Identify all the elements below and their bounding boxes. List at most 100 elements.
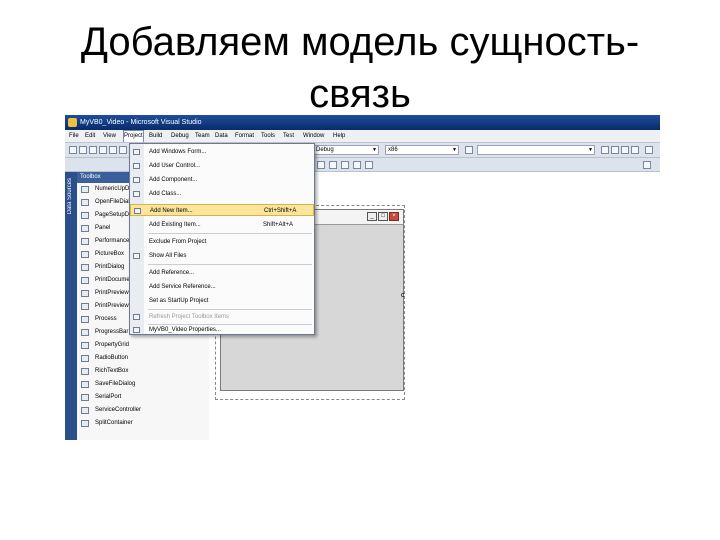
menu-item-add-existing-item[interactable]: Add Existing Item... Shift+Alt+A <box>130 219 314 231</box>
progressbar-icon <box>81 329 89 336</box>
numericupdown-icon <box>81 186 89 193</box>
slide-title: Добавляем модель сущность- связь <box>0 16 720 120</box>
data-sources-tab[interactable]: Data Sources <box>65 172 77 440</box>
platform-combo-value: x86 <box>388 147 398 153</box>
component-icon <box>133 177 140 183</box>
performancecounter-icon <box>81 238 89 245</box>
align-left-icon[interactable] <box>317 161 325 169</box>
menu-item-add-component[interactable]: Add Component... <box>130 174 314 186</box>
solution-explorer-icon[interactable] <box>601 146 609 154</box>
menu-data[interactable]: Data <box>215 130 228 142</box>
configuration-combo[interactable]: Debug ▼ <box>313 145 379 155</box>
menu-help[interactable]: Help <box>333 130 345 142</box>
menu-item-add-windows-form[interactable]: Add Windows Form... <box>130 146 314 158</box>
toolbox-item[interactable]: RadioButton <box>77 352 209 365</box>
menu-tools[interactable]: Tools <box>261 130 275 142</box>
menu-debug[interactable]: Debug <box>171 130 189 142</box>
toolbox-item[interactable]: SplitContainer <box>77 417 209 430</box>
maximize-icon[interactable]: □ <box>378 212 388 221</box>
radiobutton-icon <box>81 355 89 362</box>
toolbox-item[interactable]: PropertyGrid <box>77 339 209 352</box>
toolbox-item[interactable]: ServiceController <box>77 404 209 417</box>
configuration-combo-value: Debug <box>316 147 334 153</box>
servicecontroller-icon <box>81 407 89 414</box>
toolbox-item[interactable]: SerialPort <box>77 391 209 404</box>
project-menu-dropdown: Add Windows Form... Add User Control... … <box>129 143 315 335</box>
new-project-icon[interactable] <box>69 146 77 154</box>
minimize-icon[interactable]: _ <box>367 212 377 221</box>
menu-item-refresh-project-toolbox[interactable]: Refresh Project Toolbox Items <box>130 311 314 323</box>
menu-separator <box>148 309 312 310</box>
properties-icon[interactable] <box>611 146 619 154</box>
windows-form-icon <box>133 149 140 155</box>
openfiledialog-icon <box>81 199 89 206</box>
new-item-icon <box>134 208 141 214</box>
slide-title-line1: Добавляем модель сущность- <box>80 20 640 64</box>
pagesetupdialog-icon <box>81 212 89 219</box>
data-sources-label: Data Sources <box>67 178 73 215</box>
printpreviewdialog-icon <box>81 303 89 310</box>
align-middle-icon[interactable] <box>365 161 373 169</box>
savefiledialog-icon <box>81 381 89 388</box>
menu-format[interactable]: Format <box>235 130 254 142</box>
menu-view[interactable]: View <box>103 130 116 142</box>
printpreviewcontrol-icon <box>81 290 89 297</box>
process-icon <box>81 316 89 323</box>
panel-icon <box>81 225 89 232</box>
refresh-icon <box>133 314 140 320</box>
cut-icon[interactable] <box>119 146 127 154</box>
close-icon[interactable]: × <box>389 212 399 221</box>
menu-item-add-class[interactable]: Add Class... <box>130 188 314 200</box>
menu-separator <box>148 264 312 265</box>
more-icon[interactable] <box>645 146 653 154</box>
menu-item-add-reference[interactable]: Add Reference... <box>130 267 314 279</box>
menu-item-set-startup-project[interactable]: Set as StartUp Project <box>130 295 314 307</box>
richtextbox-icon <box>81 368 89 375</box>
save-all-icon[interactable] <box>109 146 117 154</box>
toolbox-item[interactable]: RichTextBox <box>77 365 209 378</box>
picturebox-icon <box>81 251 89 258</box>
menu-project[interactable]: Project <box>123 130 144 142</box>
menu-item-project-properties[interactable]: MyVB0_Video Properties... <box>130 324 314 336</box>
menu-edit[interactable]: Edit <box>85 130 95 142</box>
platform-combo[interactable]: x86 ▼ <box>385 145 459 155</box>
menu-test[interactable]: Test <box>283 130 294 142</box>
vs-screenshot: MyVB0_Video - Microsoft Visual Studio Fi… <box>65 115 660 440</box>
menu-separator <box>148 233 312 234</box>
more-icon[interactable] <box>643 161 651 169</box>
find-combo[interactable]: ▼ <box>477 145 595 155</box>
show-all-files-icon <box>133 253 140 259</box>
align-top-icon[interactable] <box>353 161 361 169</box>
toolbox-icon[interactable] <box>631 146 639 154</box>
menu-item-add-user-control[interactable]: Add User Control... <box>130 160 314 172</box>
toolbox-item[interactable]: SaveFileDialog <box>77 378 209 391</box>
user-control-icon <box>133 163 140 169</box>
menu-item-add-new-item[interactable]: Add New Item... Ctrl+Shift+A <box>130 204 314 216</box>
chevron-down-icon: ▼ <box>372 147 377 153</box>
menu-file[interactable]: File <box>69 130 79 142</box>
menu-item-exclude-from-project[interactable]: Exclude From Project <box>130 236 314 248</box>
align-right-icon[interactable] <box>341 161 349 169</box>
printdialog-icon <box>81 264 89 271</box>
splitcontainer-icon <box>81 420 89 427</box>
object-browser-icon[interactable] <box>621 146 629 154</box>
menu-team[interactable]: Team <box>195 130 210 142</box>
propertygrid-icon <box>81 342 89 349</box>
add-item-icon[interactable] <box>79 146 87 154</box>
find-icon[interactable] <box>465 146 473 154</box>
serialport-icon <box>81 394 89 401</box>
open-file-icon[interactable] <box>89 146 97 154</box>
design-stray-char: c <box>401 292 405 299</box>
align-center-icon[interactable] <box>329 161 337 169</box>
window-titlebar: MyVB0_Video - Microsoft Visual Studio <box>65 115 660 130</box>
menu-item-add-service-reference[interactable]: Add Service Reference... <box>130 281 314 293</box>
menu-item-show-all-files[interactable]: Show All Files <box>130 250 314 262</box>
menu-window[interactable]: Window <box>303 130 324 142</box>
slide-title-line2: связь <box>309 72 411 116</box>
menu-build[interactable]: Build <box>149 130 162 142</box>
chevron-down-icon: ▼ <box>452 147 457 153</box>
visual-studio-icon <box>68 118 77 127</box>
save-icon[interactable] <box>99 146 107 154</box>
class-icon <box>133 191 140 197</box>
window-title: MyVB0_Video - Microsoft Visual Studio <box>80 119 202 126</box>
